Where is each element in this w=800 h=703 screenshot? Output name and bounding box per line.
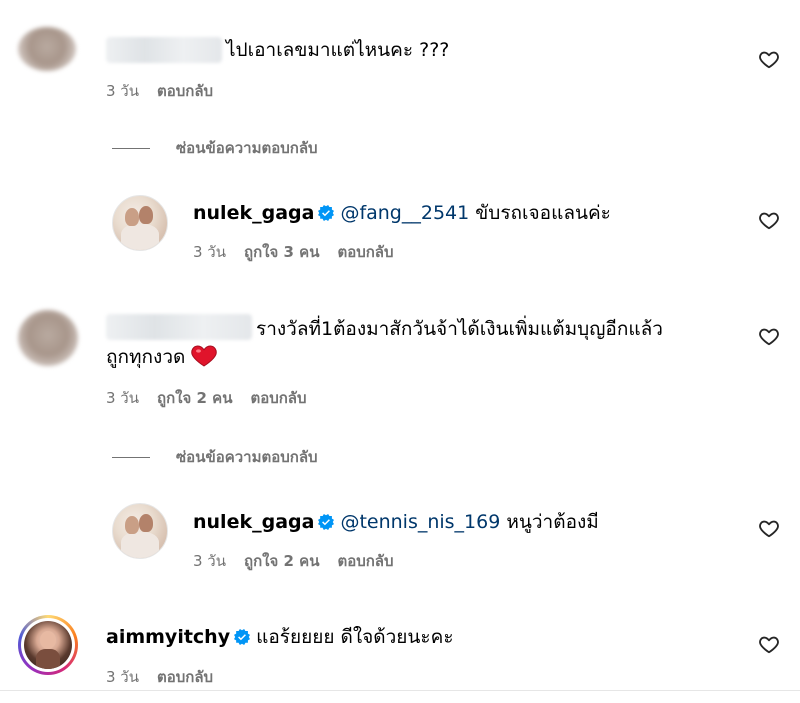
- divider-line: [112, 148, 150, 149]
- comment-meta: 3 วัน ถูกใจ 2 คน ตอบกลับ: [106, 388, 325, 408]
- reply-avatar[interactable]: [112, 195, 168, 251]
- reply-meta: 3 วัน ถูกใจ 3 คน ตอบกลับ: [193, 242, 412, 262]
- comment-text-line2-text: ถูกทุกงวด: [106, 346, 186, 368]
- reply-likes-count[interactable]: ถูกใจ 2 คน: [244, 552, 319, 570]
- reply-text: ขับรถเจอแลนค่ะ: [475, 202, 611, 224]
- reply-text: หนูว่าต้องมี: [506, 511, 599, 533]
- reply-button[interactable]: ตอบกลับ: [337, 552, 393, 570]
- comment-time: 3 วัน: [106, 668, 139, 686]
- verified-badge-icon: [318, 205, 335, 221]
- reply-username[interactable]: nulek_gaga: [193, 511, 314, 533]
- divider-line: [112, 457, 150, 458]
- reply-button[interactable]: ตอบกลับ: [250, 389, 306, 407]
- comment-time: 3 วัน: [106, 82, 139, 100]
- reply-button[interactable]: ตอบกลับ: [157, 82, 213, 100]
- commenter-username[interactable]: aimmyitchy: [106, 626, 230, 648]
- reply-likes-count[interactable]: ถูกใจ 3 คน: [244, 243, 319, 261]
- reply-button[interactable]: ตอบกลับ: [337, 243, 393, 261]
- section-divider: [0, 690, 800, 691]
- hide-replies-button[interactable]: ซ่อนข้อความตอบกลับ: [176, 138, 318, 158]
- hide-replies-button[interactable]: ซ่อนข้อความตอบกลับ: [176, 447, 318, 467]
- comment-meta: 3 วัน ตอบกลับ: [106, 667, 231, 687]
- reply-mention[interactable]: @tennis_nis_169: [340, 511, 500, 533]
- reply-time: 3 วัน: [193, 243, 226, 261]
- verified-badge-icon: [318, 514, 335, 530]
- reply-mention[interactable]: @fang__2541: [340, 202, 469, 224]
- heart-outline-icon[interactable]: [758, 209, 780, 231]
- verified-badge-icon: [234, 629, 251, 645]
- commenter-username-blurred[interactable]: [106, 37, 222, 63]
- reply-content: nulek_gaga @fang__2541 ขับรถเจอแลนค่ะ: [193, 200, 611, 226]
- commenter-avatar[interactable]: [18, 310, 78, 366]
- commenter-avatar[interactable]: [18, 27, 76, 71]
- heart-outline-icon[interactable]: [758, 48, 780, 70]
- commenter-avatar[interactable]: [24, 621, 72, 669]
- heart-outline-icon[interactable]: [758, 325, 780, 347]
- comment-likes-count[interactable]: ถูกใจ 2 คน: [157, 389, 232, 407]
- red-heart-emoji-icon: [191, 345, 218, 367]
- heart-outline-icon[interactable]: [758, 517, 780, 539]
- reply-time: 3 วัน: [193, 552, 226, 570]
- comment-meta: 3 วัน ตอบกลับ: [106, 81, 231, 101]
- reply-username[interactable]: nulek_gaga: [193, 202, 314, 224]
- comment-text-line2: ถูกทุกงวด: [106, 344, 218, 370]
- heart-outline-icon[interactable]: [758, 633, 780, 655]
- comment-text: ไปเอาเลขมาแต่ไหนคะ ???: [226, 39, 450, 61]
- reply-content: nulek_gaga @tennis_nis_169 หนูว่าต้องมี: [193, 509, 599, 535]
- commenter-username-blurred[interactable]: [106, 314, 252, 340]
- reply-button[interactable]: ตอบกลับ: [157, 668, 213, 686]
- comment-content: aimmyitchy แอร้ยยยย ดีใจด้วยนะคะ: [106, 624, 454, 650]
- comment-text: แอร้ยยยย ดีใจด้วยนะคะ: [256, 626, 454, 648]
- comment-time: 3 วัน: [106, 389, 139, 407]
- reply-meta: 3 วัน ถูกใจ 2 คน ตอบกลับ: [193, 551, 412, 571]
- reply-avatar[interactable]: [112, 503, 168, 559]
- comment-text-line1: รางวัลที่1ต้องมาสักวันจ้าได้เงินเพิ่มแต้…: [256, 318, 663, 340]
